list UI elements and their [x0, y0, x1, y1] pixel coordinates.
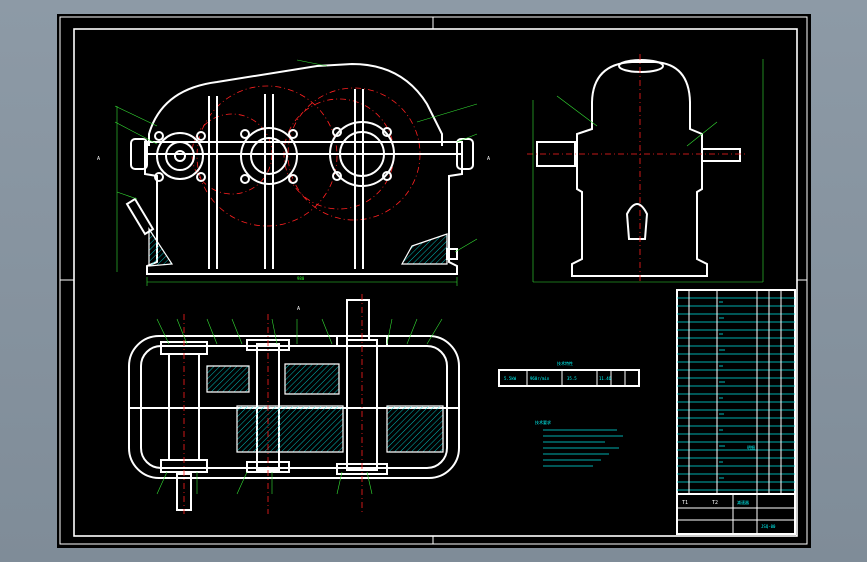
side-view — [527, 54, 764, 284]
top-view: A — [128, 294, 460, 514]
dim-front-text: 980 — [297, 276, 305, 281]
title-block-number: JSQ-00 — [761, 524, 776, 529]
hatch-right — [400, 233, 448, 265]
gear-2 — [284, 363, 340, 395]
notes-title: 技术要求 — [535, 419, 551, 425]
shaft-1 — [174, 150, 186, 162]
parts-list-cols — [688, 290, 782, 494]
side-leaders — [556, 95, 718, 147]
cad-drawing-canvas[interactable]: 980 A A A 技术特性 5.5kW 960r/min 35.5 11.46… — [57, 14, 811, 548]
parts-list-rows — [677, 297, 795, 491]
cad-drawing: 980 A A A 技术特性 5.5kW 960r/min 35.5 11.46… — [59, 16, 808, 545]
gear-table-title: 技术特性 — [557, 360, 573, 366]
gear-1 — [206, 365, 250, 393]
gear-table-c1: 5.5kW — [504, 376, 517, 381]
title-block — [676, 493, 796, 535]
gear-table-c4: 11.46 — [599, 376, 612, 381]
outer-frame — [59, 16, 808, 545]
hatch-left — [148, 226, 174, 267]
parts-list-label: 明细 — [747, 444, 755, 450]
rib-3 — [354, 89, 364, 269]
output-shaft — [701, 148, 741, 162]
side-dims — [532, 59, 764, 283]
title-block-grid — [677, 494, 795, 534]
bearing-bore-1 — [165, 141, 195, 171]
rib-1 — [208, 96, 218, 269]
title-block-name: 减速器 — [737, 499, 749, 505]
technical-notes: 技术要求 — [535, 419, 623, 467]
gear-data-table: 技术特性 5.5kW 960r/min 35.5 11.46 — [498, 360, 640, 387]
parts-list-entries — [719, 301, 725, 479]
side-housing — [571, 61, 708, 277]
top-bearings — [160, 335, 388, 475]
front-view: 980 A A — [97, 59, 490, 286]
parts-list-frame — [676, 289, 796, 535]
housing-cover — [148, 62, 443, 146]
section-mark-right: A — [487, 156, 490, 162]
top-view-label: A — [297, 306, 300, 312]
title-block-t1: T1 — [682, 500, 688, 506]
rib-2 — [264, 94, 274, 269]
parts-list: 明细 T1 T2 减速器 JSQ-00 — [676, 289, 796, 535]
bearing-boss-1 — [156, 132, 204, 180]
gear-4 — [386, 405, 444, 453]
top-output-shaft — [346, 299, 370, 341]
gear-table-c3: 35.5 — [567, 376, 577, 381]
gear-3 — [236, 405, 344, 453]
bearing-boss-2 — [240, 127, 298, 185]
notes-lines — [543, 429, 623, 467]
title-block-t2: T2 — [712, 500, 718, 506]
gear-table-c2: 960r/min — [530, 376, 550, 381]
section-mark-left: A — [97, 156, 100, 162]
side-oil-gauge — [625, 203, 649, 240]
